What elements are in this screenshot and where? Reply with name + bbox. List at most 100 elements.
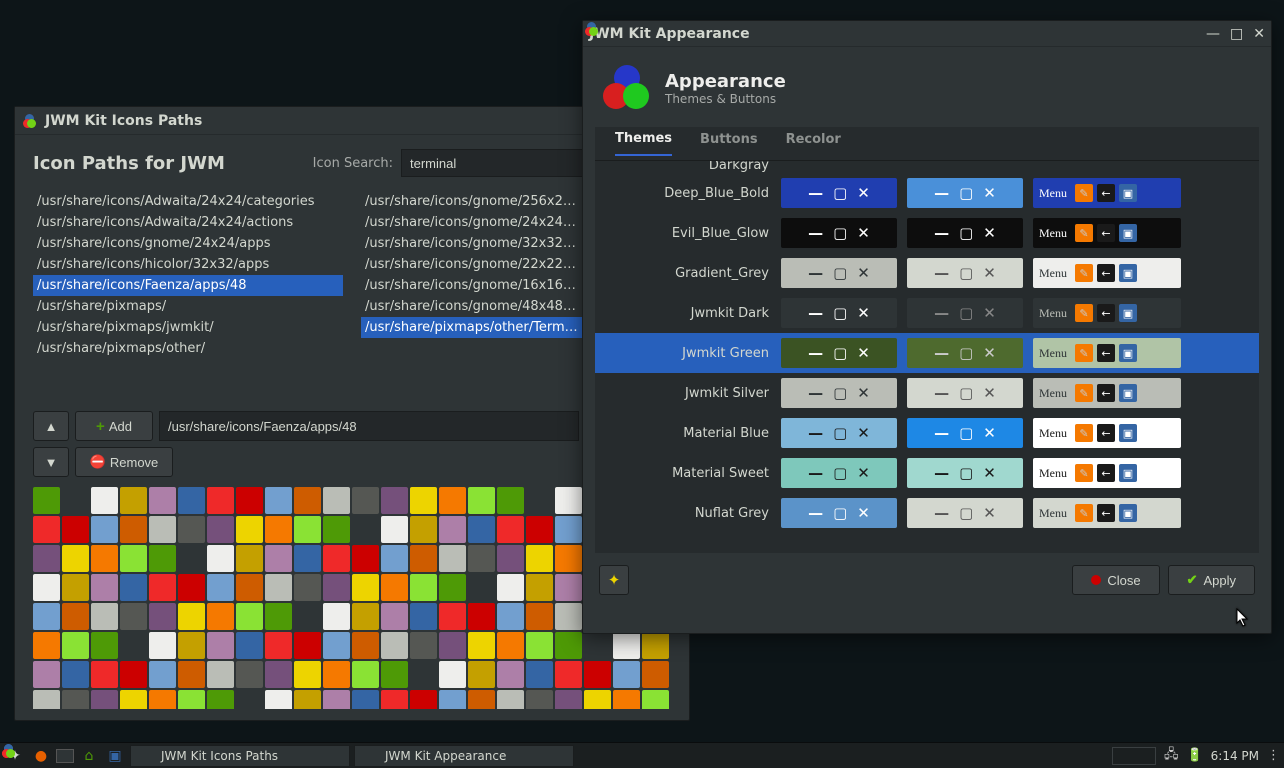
app-icon[interactable] (584, 661, 611, 688)
app-icon[interactable] (439, 632, 466, 659)
app-icon[interactable] (265, 661, 292, 688)
app-icon[interactable] (323, 690, 350, 709)
app-icon[interactable] (120, 516, 147, 543)
app-icon[interactable] (352, 632, 379, 659)
terminal-icon[interactable] (56, 749, 74, 763)
taskbar-item-icons[interactable]: JWM Kit Icons Paths (130, 745, 350, 767)
app-icon[interactable] (62, 545, 89, 572)
app-icon[interactable] (207, 632, 234, 659)
app-icon[interactable] (323, 603, 350, 630)
app-icon[interactable] (584, 690, 611, 709)
app-icon[interactable] (381, 487, 408, 514)
app-icon[interactable] (62, 661, 89, 688)
app-icon[interactable] (555, 661, 582, 688)
app-icon[interactable] (468, 487, 495, 514)
app-icon[interactable] (381, 690, 408, 709)
app-icon[interactable] (178, 574, 205, 601)
app-icon[interactable] (497, 516, 524, 543)
app-icon[interactable] (149, 487, 176, 514)
path-item[interactable]: /usr/share/icons/hicolor/32x32/apps (33, 254, 343, 275)
path-item[interactable]: /usr/share/pixmaps/other/ (33, 338, 343, 359)
app-icon[interactable] (149, 574, 176, 601)
app-icon[interactable] (352, 661, 379, 688)
app-icon[interactable] (207, 516, 234, 543)
app-icon[interactable] (439, 603, 466, 630)
app-icon[interactable] (62, 690, 89, 709)
app-icon[interactable] (120, 574, 147, 601)
app-icon[interactable] (294, 661, 321, 688)
themes-list[interactable]: Darkgray Deep_Blue_Bold —▢✕ —▢✕ Menu ✎ ←… (595, 161, 1259, 553)
app-icon[interactable] (526, 487, 553, 514)
theme-row[interactable]: Nuflat Grey —▢✕ —▢✕ Menu ✎ ← ▣ (595, 493, 1259, 533)
maximize-icon[interactable]: □ (1230, 26, 1243, 42)
app-icon[interactable] (294, 603, 321, 630)
app-icon[interactable] (439, 516, 466, 543)
app-icon[interactable] (584, 632, 611, 659)
app-icon[interactable] (62, 516, 89, 543)
path-item[interactable]: /usr/share/icons/Faenza/apps/48 (33, 275, 343, 296)
app-icon[interactable] (149, 603, 176, 630)
close-button[interactable]: Close (1072, 565, 1159, 595)
app-icon[interactable] (323, 632, 350, 659)
app-icon[interactable] (526, 632, 553, 659)
app-icon[interactable] (120, 690, 147, 709)
app-icon[interactable] (294, 545, 321, 572)
app-icon[interactable] (555, 574, 582, 601)
app-icon[interactable] (439, 487, 466, 514)
tab-themes[interactable]: Themes (615, 131, 672, 156)
app-icon[interactable] (91, 603, 118, 630)
app-icon[interactable] (410, 516, 437, 543)
app-icon[interactable] (62, 487, 89, 514)
app-icon[interactable] (91, 545, 118, 572)
paths-left-list[interactable]: /usr/share/icons/Adwaita/24x24/categorie… (33, 191, 343, 359)
app-icon[interactable] (265, 545, 292, 572)
app-icon[interactable] (497, 603, 524, 630)
remove-button[interactable]: ⛔Remove (75, 447, 173, 477)
tab-recolor[interactable]: Recolor (786, 132, 841, 155)
app-icon[interactable] (642, 690, 669, 709)
app-icon[interactable] (294, 690, 321, 709)
minimize-icon[interactable]: — (1206, 26, 1220, 42)
menu-icon[interactable]: ⋮ (1267, 748, 1280, 763)
app-icon[interactable] (33, 690, 60, 709)
app-icon[interactable] (497, 690, 524, 709)
app-icon[interactable] (236, 632, 263, 659)
app-icon[interactable] (265, 632, 292, 659)
app-icon[interactable] (236, 690, 263, 709)
app-icon[interactable] (323, 516, 350, 543)
path-item[interactable]: /usr/share/icons/Adwaita/24x24/categorie… (33, 191, 343, 212)
theme-row[interactable]: Gradient_Grey —▢✕ —▢✕ Menu ✎ ← ▣ (595, 253, 1259, 293)
app-icon[interactable] (149, 516, 176, 543)
app-icon[interactable] (33, 632, 60, 659)
app-icon[interactable] (468, 545, 495, 572)
app-icon[interactable] (33, 661, 60, 688)
path-item[interactable]: /usr/share/pixmaps/ (33, 296, 343, 317)
app-icon[interactable] (62, 603, 89, 630)
path-item[interactable]: /usr/share/icons/gnome/24x24/apps (33, 233, 343, 254)
app-icon[interactable] (526, 661, 553, 688)
app-icon[interactable] (323, 661, 350, 688)
app-icon[interactable] (497, 545, 524, 572)
path-item[interactable]: /usr/share/pixmaps/jwmkit/ (33, 317, 343, 338)
app-icon[interactable] (410, 632, 437, 659)
app-icon[interactable] (526, 574, 553, 601)
path-entry[interactable] (159, 411, 579, 441)
app-icon[interactable] (555, 516, 582, 543)
app-icon[interactable] (207, 661, 234, 688)
app-icon[interactable] (497, 661, 524, 688)
app-icon[interactable] (613, 661, 640, 688)
app-icon[interactable] (468, 661, 495, 688)
app-icon[interactable] (91, 487, 118, 514)
app-icon[interactable] (352, 487, 379, 514)
app-icon[interactable] (33, 516, 60, 543)
app-icon[interactable] (381, 632, 408, 659)
app-icon[interactable] (526, 690, 553, 709)
app-icon[interactable] (642, 661, 669, 688)
app-icon[interactable] (33, 574, 60, 601)
app-icon[interactable] (497, 632, 524, 659)
app-icon[interactable] (265, 516, 292, 543)
app-icon[interactable] (149, 632, 176, 659)
app-icon[interactable] (323, 487, 350, 514)
app-icon[interactable] (120, 632, 147, 659)
app-icon[interactable] (468, 632, 495, 659)
